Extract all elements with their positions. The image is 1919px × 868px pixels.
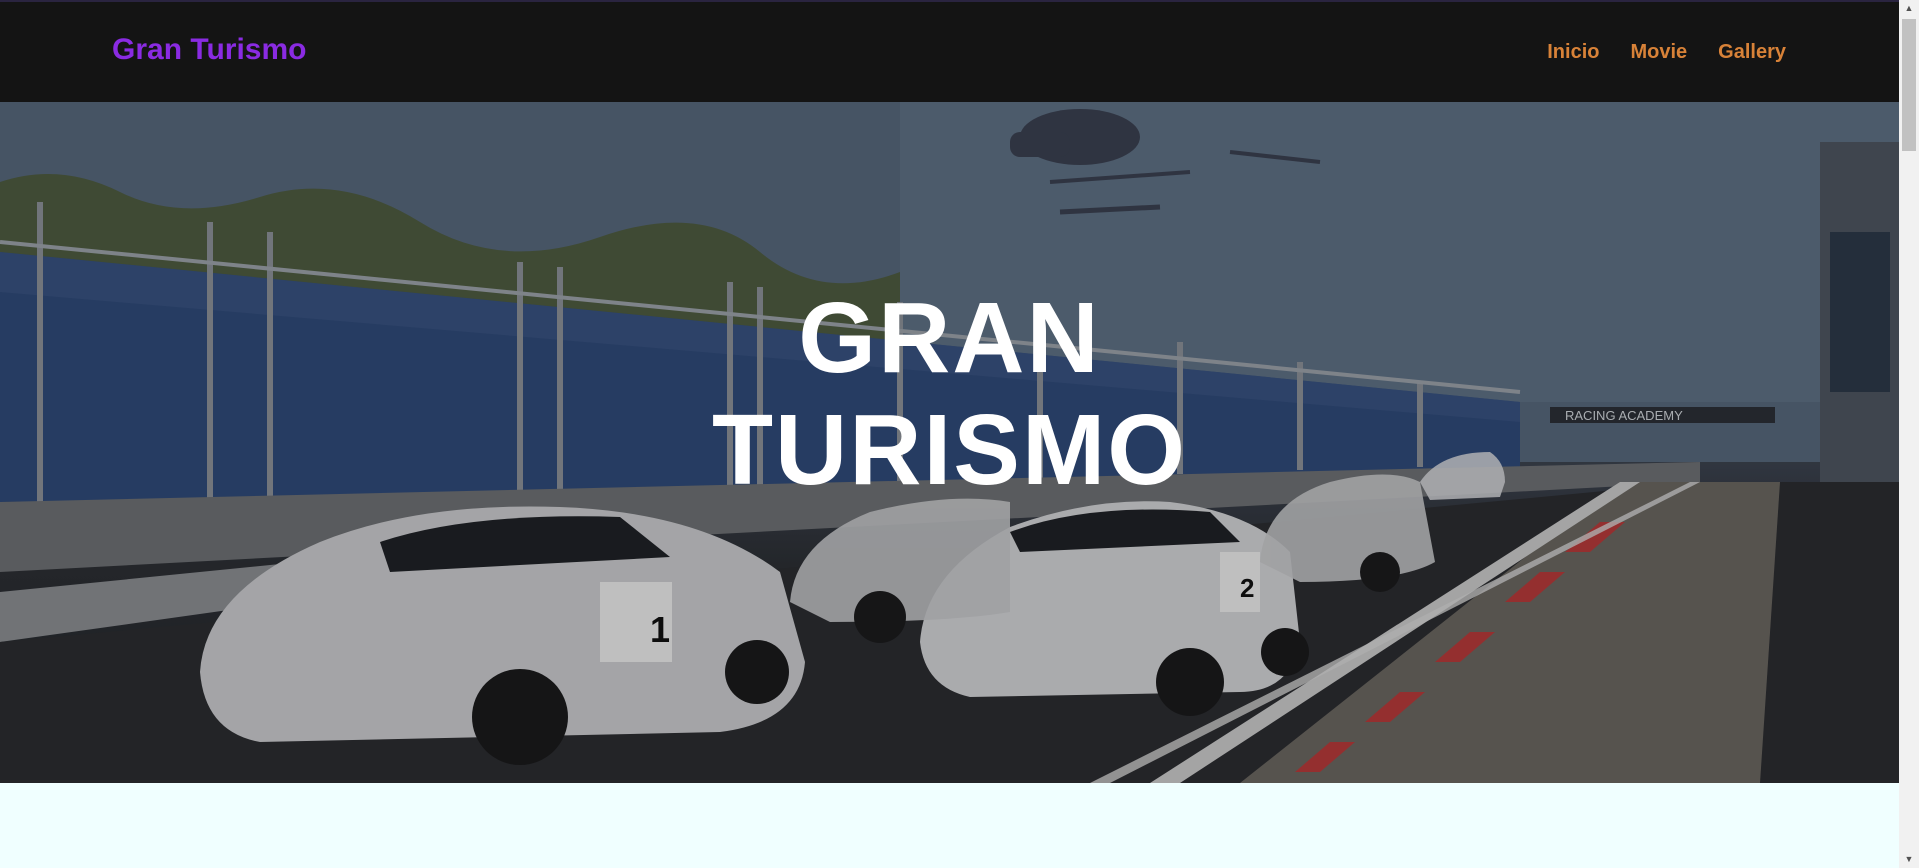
triangle-down-icon[interactable]: ▼ <box>1899 851 1919 868</box>
hero-title-line-1: GRAN <box>798 282 1101 394</box>
brand-logo[interactable]: Gran Turismo <box>112 33 306 67</box>
vertical-scrollbar[interactable]: ▲ ▼ <box>1899 0 1919 868</box>
nav-link-movie[interactable]: Movie <box>1630 41 1687 64</box>
triangle-up-icon[interactable]: ▲ <box>1899 0 1919 17</box>
nav-link-inicio[interactable]: Inicio <box>1547 41 1599 64</box>
hero-title-line-2: TURISMO <box>711 394 1188 506</box>
navbar: Gran Turismo Inicio Movie Gallery <box>0 2 1899 102</box>
hero-title: GRAN TURISMO <box>0 282 1899 506</box>
scrollbar-thumb[interactable] <box>1902 19 1916 151</box>
nav-links: Inicio Movie Gallery <box>1547 41 1786 64</box>
nav-link-gallery[interactable]: Gallery <box>1718 41 1786 64</box>
hero-banner: RACING ACADEMY 1 2 GRAN TURISMO <box>0 102 1899 783</box>
